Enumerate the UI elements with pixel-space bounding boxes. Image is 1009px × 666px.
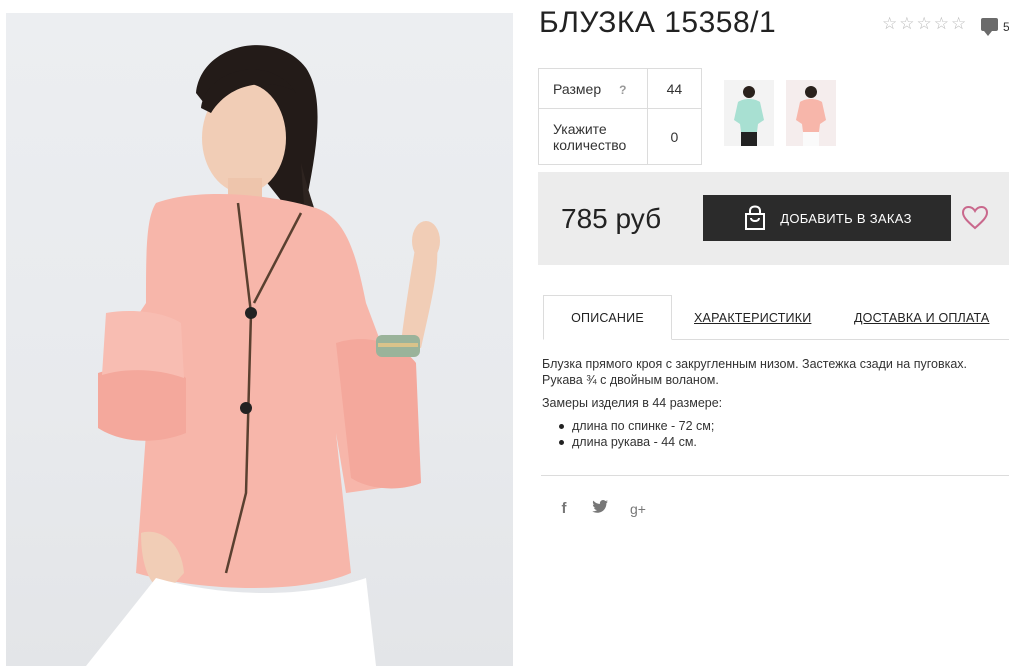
description-panel: Блузка прямого кроя с закругленным низом…: [542, 356, 1004, 450]
help-icon[interactable]: ?: [619, 83, 626, 97]
twitter-icon[interactable]: [592, 500, 608, 517]
purchase-box: 785 руб ДОБАВИТЬ В ЗАКАЗ: [538, 172, 1009, 265]
size-select[interactable]: 44: [646, 68, 703, 109]
star-icon[interactable]: ☆: [951, 15, 966, 32]
model-illustration: [86, 45, 440, 666]
google-plus-icon[interactable]: g+: [628, 501, 648, 517]
star-icon[interactable]: ☆: [882, 15, 897, 32]
description-text: Блузка прямого кроя с закругленным низом…: [542, 357, 968, 387]
star-icon[interactable]: ☆: [934, 15, 949, 32]
star-icon[interactable]: ☆: [899, 15, 914, 32]
divider: [541, 475, 1009, 476]
comment-icon[interactable]: [981, 18, 998, 36]
thumbnail-mint-blouse[interactable]: [724, 80, 774, 146]
thumbnail-image: [734, 86, 764, 146]
size-label-cell: Размер?: [538, 68, 648, 109]
measures-list: длина по спинке - 72 см; длина рукава - …: [542, 418, 1004, 450]
options-table: Размер? 44 Укажите количество 0: [538, 68, 703, 165]
tab-delivery-payment[interactable]: ДОСТАВКА И ОПЛАТА: [854, 295, 989, 340]
quantity-input[interactable]: 0: [646, 108, 703, 165]
list-item: длина по спинке - 72 см;: [556, 418, 1004, 434]
list-item: длина рукава - 44 см.: [556, 434, 1004, 450]
thumbnail-pink-blouse[interactable]: [786, 80, 836, 146]
social-share: f g+: [556, 500, 648, 517]
add-to-order-label: ДОБАВИТЬ В ЗАКАЗ: [780, 210, 912, 226]
product-title: БЛУЗКА 15358/1: [539, 6, 777, 39]
star-icon[interactable]: ☆: [917, 15, 932, 32]
tab-characteristics[interactable]: ХАРАКТЕРИСТИКИ: [694, 295, 811, 340]
facebook-icon[interactable]: f: [556, 500, 572, 517]
rating-stars[interactable]: ☆ ☆ ☆ ☆ ☆: [882, 15, 966, 32]
comment-count[interactable]: 5: [1003, 20, 1009, 34]
add-to-order-button[interactable]: ДОБАВИТЬ В ЗАКАЗ: [703, 195, 951, 241]
quantity-label: Укажите количество: [538, 108, 648, 165]
size-label: Размер: [553, 80, 602, 97]
tab-description[interactable]: ОПИСАНИЕ: [543, 295, 672, 340]
product-tabs: ОПИСАНИЕ ХАРАКТЕРИСТИКИ ДОСТАВКА И ОПЛАТ…: [543, 295, 1009, 340]
measures-title: Замеры изделия в 44 размере:: [542, 396, 723, 410]
product-photo[interactable]: [6, 13, 513, 666]
heart-icon[interactable]: [961, 204, 989, 232]
shopping-bag-icon: [742, 205, 768, 231]
price: 785 руб: [561, 203, 662, 234]
thumbnail-image: [796, 86, 826, 146]
